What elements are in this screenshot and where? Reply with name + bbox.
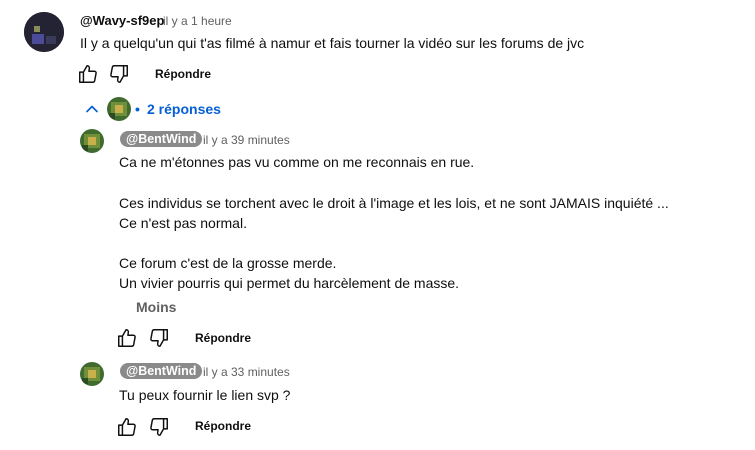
reply-line: Ce forum c'est de la grosse merde.	[119, 255, 337, 271]
reply-line: Ce n'est pas normal.	[119, 215, 247, 231]
reply-author[interactable]: @BentWind	[120, 131, 203, 147]
comment-text: Il y a quelqu'un qui t'as filmé à namur …	[80, 35, 585, 51]
avatar-image	[107, 97, 131, 121]
dislike-button[interactable]	[148, 327, 170, 354]
avatar[interactable]	[24, 12, 64, 52]
show-less-button[interactable]: Moins	[136, 299, 176, 315]
like-button[interactable]	[116, 327, 138, 354]
avatar[interactable]	[80, 362, 104, 386]
thumbs-up-icon	[118, 329, 136, 347]
replies-toggle[interactable]: • 2 réponses	[80, 96, 240, 122]
reply-author[interactable]: @BentWind	[120, 363, 203, 379]
reply-line: Ca ne m'étonnes pas vu comme on me recon…	[119, 154, 475, 170]
replies-bullet: •	[135, 101, 140, 117]
avatar[interactable]	[80, 129, 104, 153]
reply-button[interactable]: Répondre	[155, 67, 211, 81]
reply-line: Ces individus se torchent avec le droit …	[119, 195, 669, 211]
avatar-image	[80, 129, 104, 153]
thumbs-down-icon	[150, 418, 168, 436]
avatar	[107, 97, 131, 121]
comment-author[interactable]: @Wavy-sf9ep	[80, 13, 164, 28]
reply-line: Tu peux fournir le lien svp ?	[119, 387, 291, 403]
thumbs-down-icon	[150, 329, 168, 347]
reply-button[interactable]: Répondre	[195, 331, 251, 345]
thumbs-up-icon	[79, 65, 97, 83]
thumbs-up-icon	[118, 418, 136, 436]
like-button[interactable]	[116, 416, 138, 443]
reply-button[interactable]: Répondre	[195, 419, 251, 433]
thumbs-down-icon	[110, 65, 128, 83]
avatar-image	[24, 12, 64, 52]
like-button[interactable]	[77, 63, 99, 90]
reply-time[interactable]: il y a 39 minutes	[203, 133, 290, 147]
comment-time[interactable]: il y a 1 heure	[163, 14, 232, 28]
dislike-button[interactable]	[148, 416, 170, 443]
chevron-up-icon	[86, 105, 98, 113]
avatar-image	[80, 362, 104, 386]
dislike-button[interactable]	[108, 63, 130, 90]
reply-line: Un vivier pourris qui permet du harcèlem…	[119, 275, 460, 291]
replies-count: 2 réponses	[147, 101, 221, 117]
reply-time[interactable]: il y a 33 minutes	[203, 365, 290, 379]
